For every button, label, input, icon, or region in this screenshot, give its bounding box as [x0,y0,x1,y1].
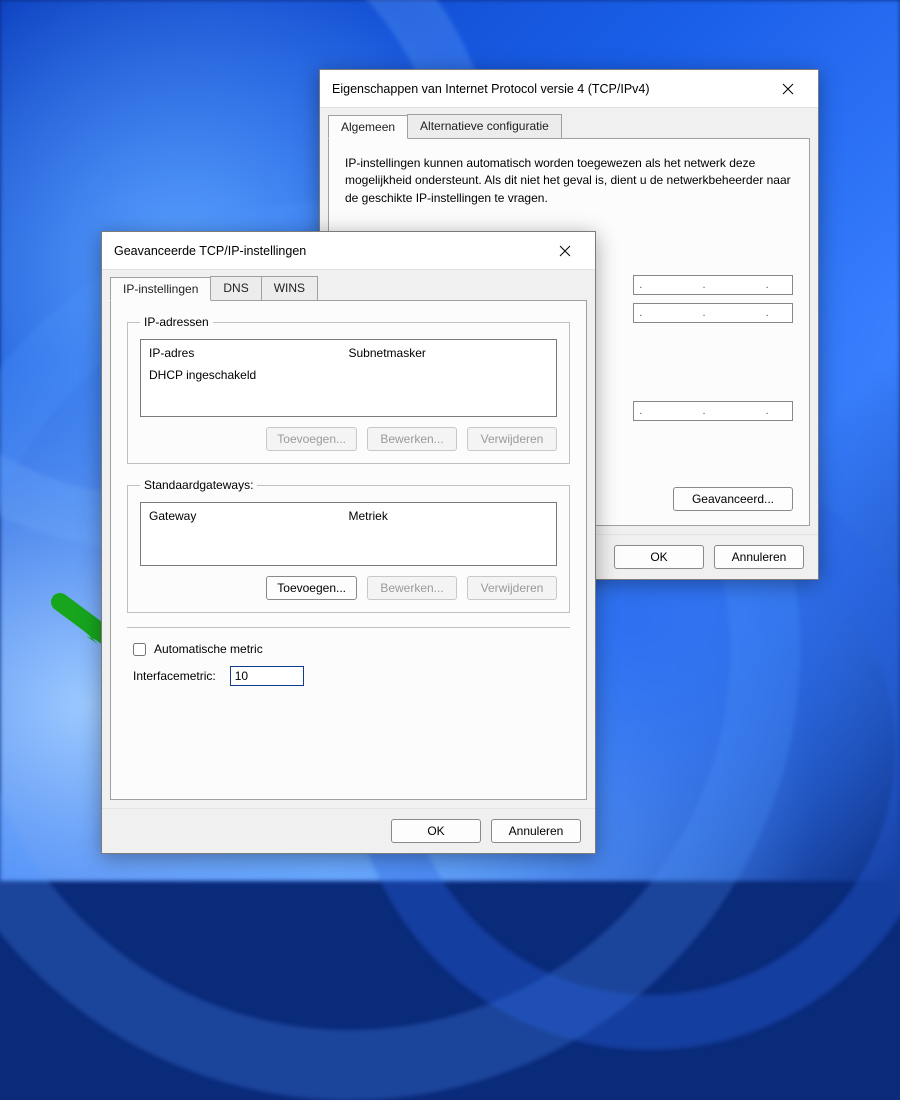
tabstrip: Algemeen Alternatieve configuratie [320,108,818,138]
edit-button: Bewerken... [367,576,457,600]
add-button: Toevoegen... [266,427,357,451]
interface-metric-input[interactable] [230,666,304,686]
ok-button[interactable]: OK [391,819,481,843]
group-legend: IP-adressen [140,315,213,329]
cancel-button[interactable]: Annuleren [714,545,804,569]
ip-address-list[interactable]: IP-adres Subnetmasker DHCP ingeschakeld [140,339,557,417]
description-text: IP-instellingen kunnen automatisch worde… [345,155,793,207]
ip-input[interactable]: . . . [633,401,793,421]
ok-button[interactable]: OK [614,545,704,569]
tab-alternate-config[interactable]: Alternatieve configuratie [407,114,562,138]
delete-button: Verwijderen [467,576,557,600]
tab-wins[interactable]: WINS [261,276,318,300]
window-title: Eigenschappen van Internet Protocol vers… [332,82,770,96]
gw-button-row: Toevoegen... Bewerken... Verwijderen [140,576,557,600]
window-title: Geavanceerde TCP/IP-instellingen [114,244,547,258]
gateways-group: Standaardgateways: Gateway Metriek Toevo… [127,478,570,613]
interface-metric-label: Interfacemetric: [133,669,216,683]
col-metric: Metriek [349,509,549,523]
ip-button-row: Toevoegen... Bewerken... Verwijderen [140,427,557,451]
advanced-button[interactable]: Geavanceerd... [673,487,793,511]
dialog-footer: OK Annuleren [102,808,595,853]
close-icon[interactable] [547,233,583,269]
tabstrip: IP-instellingen DNS WINS [102,270,595,300]
titlebar[interactable]: Eigenschappen van Internet Protocol vers… [320,70,818,108]
close-icon[interactable] [770,71,806,107]
gateway-list[interactable]: Gateway Metriek [140,502,557,566]
cancel-button[interactable]: Annuleren [491,819,581,843]
tab-ip-settings[interactable]: IP-instellingen [110,277,211,301]
ip-input[interactable]: . . . [633,275,793,295]
delete-button: Verwijderen [467,427,557,451]
list-item: DHCP ingeschakeld [149,368,349,382]
metric-group: Automatische metric Interfacemetric: [127,627,570,690]
col-gateway: Gateway [149,509,349,523]
auto-metric-label[interactable]: Automatische metric [154,642,263,656]
add-button[interactable]: Toevoegen... [266,576,357,600]
tab-panel-ip: IP-adressen IP-adres Subnetmasker DHCP i… [110,300,587,800]
ip-addresses-group: IP-adressen IP-adres Subnetmasker DHCP i… [127,315,570,464]
titlebar[interactable]: Geavanceerde TCP/IP-instellingen [102,232,595,270]
tab-dns[interactable]: DNS [210,276,261,300]
auto-metric-checkbox[interactable] [133,643,146,656]
edit-button: Bewerken... [367,427,457,451]
tab-general[interactable]: Algemeen [328,115,408,139]
ip-input[interactable]: . . . [633,303,793,323]
group-legend: Standaardgateways: [140,478,257,492]
col-ip-address: IP-adres [149,346,349,360]
advanced-tcpip-dialog: Geavanceerde TCP/IP-instellingen IP-inst… [101,231,596,854]
col-subnet-mask: Subnetmasker [349,346,549,360]
